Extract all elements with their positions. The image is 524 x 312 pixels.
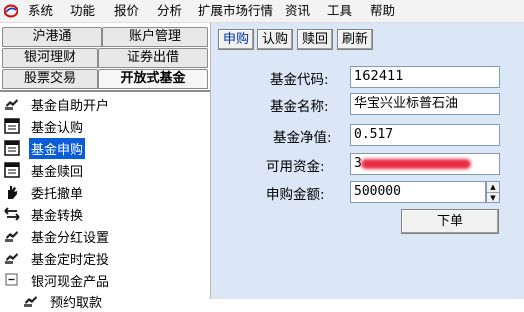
fund-code-label: 基金代码: <box>270 72 329 88</box>
form-document-icon <box>3 139 21 157</box>
nav-field: 0.517 <box>350 124 500 146</box>
nav-label: 基金净值: <box>273 130 332 146</box>
form-document-icon <box>3 117 21 135</box>
tab-open-end-fund[interactable]: 开放式基金 <box>98 69 208 89</box>
hand-coins-icon <box>3 249 21 267</box>
redemption-tab-button[interactable]: 赎回 <box>297 29 333 50</box>
exchange-arrows-icon <box>3 205 21 223</box>
tree-item-label: 基金分红设置 <box>31 230 110 246</box>
fund-name-label: 基金名称: <box>270 99 329 115</box>
tree-item-scheduled-withdrawal[interactable]: 预约取款 <box>22 291 104 311</box>
fund-purchase-panel: 申购 认购 赎回 刷新 基金代码: 162411 基金名称: 华宝兴业标普石油 … <box>211 23 524 299</box>
place-order-button[interactable]: 下单 <box>401 209 499 234</box>
tree-item-label: 委托撤单 <box>31 186 84 202</box>
left-navigation-panel: 沪港通 账户管理 银河理财 证券出借 股票交易 开放式基金 基金自助开户 基金认… <box>0 23 211 311</box>
tree-item-label: 基金赎回 <box>31 164 84 180</box>
tree-item-label: 银河现金产品 <box>31 274 110 290</box>
tree-item-label: 基金转换 <box>31 208 84 224</box>
tree-item-cancel-order[interactable]: 委托撤单 <box>3 182 85 202</box>
purchase-tab-button[interactable]: 申购 <box>218 29 254 50</box>
menu-bar: 系统 功能 报价 分析 扩展市场行情 资讯 工具 帮助 <box>0 0 524 23</box>
tab-stock-trading[interactable]: 股票交易 <box>2 69 98 89</box>
fund-name-field: 华宝兴业标普石油 <box>350 93 500 115</box>
tab-divider <box>0 90 210 92</box>
redaction-mark <box>361 159 471 169</box>
available-funds-label: 可用资金: <box>266 159 325 175</box>
tab-galaxy-wealth[interactable]: 银河理财 <box>2 48 98 68</box>
purchase-amount-label: 申购金额: <box>266 187 325 203</box>
menu-news[interactable]: 资讯 <box>285 3 310 19</box>
menu-quote[interactable]: 报价 <box>114 3 139 19</box>
tree-item-label: 基金认购 <box>31 120 84 136</box>
available-funds-field: 3 <box>350 153 500 175</box>
tree-item-scheduled-investment[interactable]: 基金定时定投 <box>3 248 111 268</box>
collapse-minus-icon[interactable] <box>3 271 21 289</box>
hand-coins-icon <box>22 292 40 310</box>
hand-coins-icon <box>3 95 21 113</box>
tree-item-fund-redemption[interactable]: 基金赎回 <box>3 160 85 180</box>
refresh-button[interactable]: 刷新 <box>337 29 373 50</box>
tab-hk-connect[interactable]: 沪港通 <box>2 27 102 47</box>
menu-function[interactable]: 功能 <box>70 3 95 19</box>
tree-item-fund-purchase[interactable]: 基金申购 <box>3 137 86 159</box>
app-logo-icon <box>4 4 18 18</box>
tree-item-label: 基金定时定投 <box>31 252 110 268</box>
fund-code-input[interactable]: 162411 <box>350 66 500 88</box>
menu-extended-market[interactable]: 扩展市场行情 <box>198 3 273 19</box>
menu-system[interactable]: 系统 <box>28 3 53 19</box>
tree-item-fund-subscription[interactable]: 基金认购 <box>3 116 85 136</box>
spin-up-icon[interactable]: ▲ <box>487 182 499 193</box>
tree-item-fund-conversion[interactable]: 基金转换 <box>3 204 85 224</box>
spin-down-icon[interactable]: ▼ <box>487 193 499 203</box>
menu-analysis[interactable]: 分析 <box>157 3 182 19</box>
tab-securities-lending[interactable]: 证券出借 <box>98 48 208 68</box>
subscription-tab-button[interactable]: 认购 <box>257 29 293 50</box>
tree-item-fund-self-open[interactable]: 基金自助开户 <box>3 94 111 114</box>
tree-item-galaxy-cash-product[interactable]: 银河现金产品 <box>3 270 111 290</box>
purchase-amount-input[interactable]: 500000 <box>350 181 486 203</box>
amount-spinner[interactable]: ▲ ▼ <box>486 181 500 203</box>
tree-item-label: 基金自助开户 <box>31 98 110 114</box>
form-document-icon <box>3 161 21 179</box>
menu-tools[interactable]: 工具 <box>327 3 352 19</box>
hand-cancel-icon <box>3 183 21 201</box>
hand-coins-icon <box>3 227 21 245</box>
tree-item-dividend-setting[interactable]: 基金分红设置 <box>3 226 111 246</box>
menu-help[interactable]: 帮助 <box>370 3 395 19</box>
tree-item-label: 基金申购 <box>29 137 86 159</box>
tab-account-management[interactable]: 账户管理 <box>102 27 208 47</box>
tree-item-label: 预约取款 <box>50 295 103 311</box>
